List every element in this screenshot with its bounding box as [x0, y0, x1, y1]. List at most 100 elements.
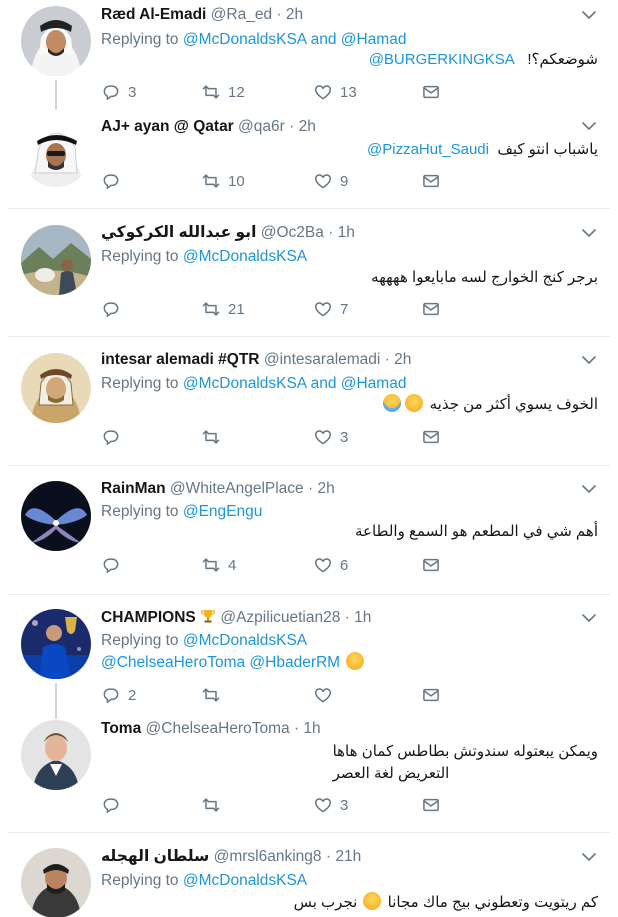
rofl-emoji: [405, 394, 424, 412]
display-name[interactable]: RainMan: [101, 480, 166, 497]
display-name[interactable]: intesar alemadi #QTR: [101, 351, 260, 368]
replying-to: Replying to @McDonaldsKSA and @Hamad: [101, 375, 407, 392]
user-handle[interactable]: @ChelseaHeroToma: [146, 720, 290, 737]
envelope-icon: [421, 427, 441, 447]
mention-link[interactable]: @PizzaHut_Saudi: [367, 141, 489, 158]
chevron-down-icon[interactable]: [582, 355, 596, 365]
tweet-text: ياشباب انتو كيف @PizzaHut_Saudi: [367, 141, 598, 158]
heart-icon: [313, 171, 333, 191]
chevron-down-icon[interactable]: [582, 613, 596, 623]
direct-message-button[interactable]: [421, 170, 441, 192]
display-name[interactable]: سلطان الهجله: [101, 848, 209, 865]
user-handle[interactable]: @qa6r: [238, 118, 285, 135]
display-name[interactable]: Toma: [101, 720, 141, 737]
heart-icon: [313, 555, 333, 575]
display-name[interactable]: AJ+ ayan @ Qatar: [101, 118, 234, 135]
direct-message-button[interactable]: [421, 298, 441, 320]
like-button[interactable]: [313, 684, 340, 706]
avatar[interactable]: [21, 6, 91, 76]
timestamp[interactable]: 2h: [286, 6, 303, 23]
avatar[interactable]: [21, 117, 91, 187]
avatar[interactable]: [21, 720, 91, 790]
retweet-button[interactable]: [201, 684, 228, 706]
avatar[interactable]: [21, 481, 91, 551]
heart-icon: [313, 299, 333, 319]
reply-targets[interactable]: @McDonaldsKSA: [183, 872, 307, 889]
envelope-icon: [421, 685, 441, 705]
mention-links[interactable]: @ChelseaHeroToma @HbaderRM: [101, 654, 340, 671]
reply-button[interactable]: [101, 298, 128, 320]
user-handle[interactable]: @Oc2Ba: [261, 224, 324, 241]
display-name[interactable]: ابو عبدالله الكركوكي: [101, 224, 256, 241]
tweet-text: كم ريتويت وتعطوني بيج ماك مجانا نجرب بس: [293, 892, 598, 911]
tweet-oc2ba[interactable]: ابو عبدالله الكركوكي @Oc2Ba · 1h Replyin…: [0, 209, 618, 337]
chevron-down-icon[interactable]: [582, 228, 596, 238]
like-button[interactable]: 6: [313, 554, 348, 576]
reply-button[interactable]: [101, 170, 128, 192]
tweet-header: RainMan @WhiteAngelPlace · 2h: [101, 480, 335, 497]
timestamp[interactable]: 2h: [317, 480, 334, 497]
direct-message-button[interactable]: [421, 684, 441, 706]
avatar[interactable]: [21, 353, 91, 423]
timestamp[interactable]: 1h: [303, 720, 320, 737]
timestamp[interactable]: 1h: [338, 224, 355, 241]
retweet-button[interactable]: 12: [201, 81, 245, 103]
timestamp[interactable]: 2h: [394, 351, 411, 368]
reply-button[interactable]: [101, 794, 128, 816]
avatar[interactable]: [21, 609, 91, 679]
direct-message-button[interactable]: [421, 426, 441, 448]
direct-message-button[interactable]: [421, 554, 441, 576]
envelope-icon: [421, 299, 441, 319]
display-name[interactable]: Ræd Al-Emadi: [101, 6, 206, 23]
tweet-champions[interactable]: CHAMPIONS @Azpilicuetian28 · 1h Replying…: [0, 595, 618, 832]
avatar[interactable]: [21, 225, 91, 295]
reply-targets[interactable]: @McDonaldsKSA and @Hamad: [183, 31, 407, 48]
like-button[interactable]: 7: [313, 298, 348, 320]
user-handle[interactable]: @mrsl6anking8: [214, 848, 322, 865]
tweet-rainman[interactable]: RainMan @WhiteAngelPlace · 2h Replying t…: [0, 466, 618, 594]
user-handle[interactable]: @intesaralemadi: [264, 351, 381, 368]
envelope-icon: [421, 555, 441, 575]
display-name[interactable]: CHAMPIONS: [101, 609, 196, 626]
chevron-down-icon[interactable]: [582, 121, 596, 131]
tweet-text: ويمكن يبعتوله سندوتش بطاطس كمان هاها الت…: [332, 743, 598, 782]
retweet-button[interactable]: 21: [201, 298, 245, 320]
reply-button[interactable]: 2: [101, 684, 136, 706]
timestamp[interactable]: 1h: [354, 609, 371, 626]
mention-link[interactable]: @BURGERKINGKSA: [369, 51, 515, 68]
retweet-icon: [201, 299, 221, 319]
chevron-down-icon[interactable]: [582, 10, 596, 20]
like-button[interactable]: 9: [313, 170, 348, 192]
reply-targets[interactable]: @McDonaldsKSA: [183, 632, 307, 649]
avatar[interactable]: [21, 848, 91, 917]
reply-targets[interactable]: @McDonaldsKSA and @Hamad: [183, 375, 407, 392]
chevron-down-icon[interactable]: [582, 852, 596, 862]
retweet-button[interactable]: [201, 426, 228, 448]
chevron-down-icon[interactable]: [582, 484, 596, 494]
like-button[interactable]: 3: [313, 794, 348, 816]
replying-to: Replying to @McDonaldsKSA: [101, 872, 308, 889]
like-button[interactable]: 13: [313, 81, 357, 103]
reply-targets[interactable]: @EngEngu: [183, 503, 263, 520]
direct-message-button[interactable]: [421, 794, 441, 816]
tweet-mrsl6anking8[interactable]: سلطان الهجله @mrsl6anking8 · 21h Replyin…: [0, 833, 618, 917]
reply-button[interactable]: 3: [101, 81, 136, 103]
reply-targets[interactable]: @McDonaldsKSA: [183, 248, 307, 265]
reply-icon: [101, 685, 121, 705]
user-handle[interactable]: @WhiteAngelPlace: [170, 480, 304, 497]
direct-message-button[interactable]: [421, 81, 441, 103]
reply-button[interactable]: [101, 554, 128, 576]
retweet-button[interactable]: 4: [201, 554, 236, 576]
tweet-intesar[interactable]: intesar alemadi #QTR @intesaralemadi · 2…: [0, 337, 618, 465]
timestamp[interactable]: 21h: [335, 848, 361, 865]
retweet-button[interactable]: [201, 794, 228, 816]
user-handle[interactable]: @Ra_ed: [211, 6, 272, 23]
hushed-face-emoji: [346, 652, 365, 670]
retweet-icon: [201, 685, 221, 705]
user-handle[interactable]: @Azpilicuetian28: [220, 609, 340, 626]
tweet-raed[interactable]: Ræd Al-Emadi @Ra_ed · 2h Replying to @Mc…: [0, 0, 618, 208]
reply-button[interactable]: [101, 426, 128, 448]
retweet-button[interactable]: 10: [201, 170, 245, 192]
like-button[interactable]: 3: [313, 426, 348, 448]
timestamp[interactable]: 2h: [299, 118, 316, 135]
